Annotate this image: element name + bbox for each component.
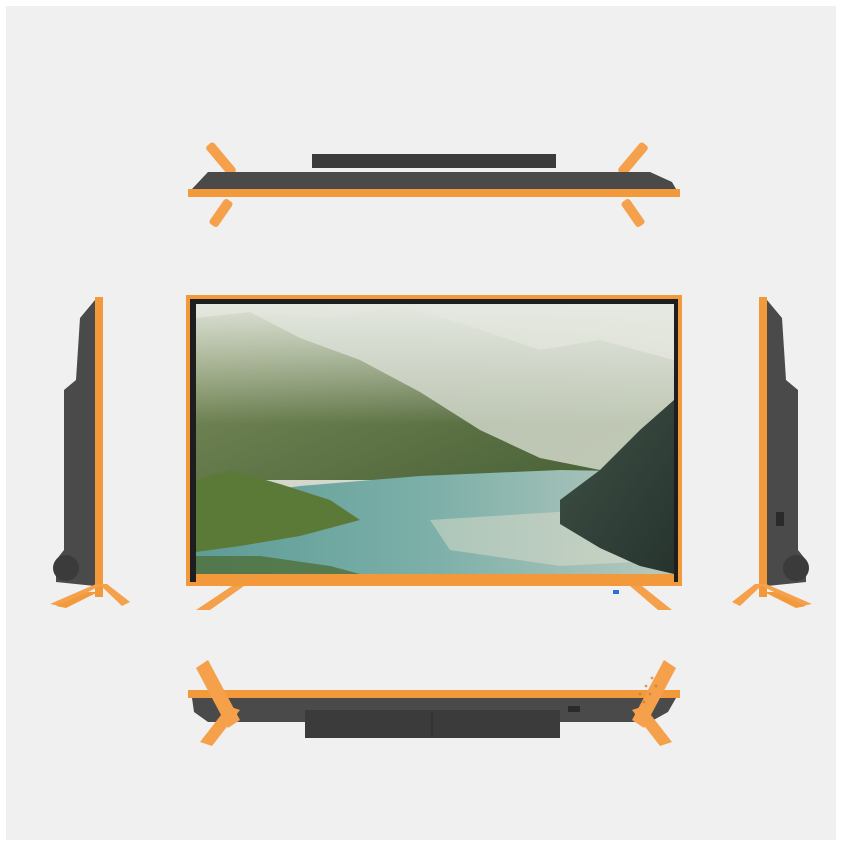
screen-haze	[196, 304, 674, 424]
product-image-canvas	[0, 0, 842, 846]
left-view-frame	[95, 297, 103, 597]
bottom-view-frame-strip	[188, 690, 680, 698]
left-view-speaker	[53, 555, 79, 581]
right-view-port	[776, 512, 784, 526]
top-view-frame-strip	[188, 189, 680, 197]
bottom-view-port	[568, 706, 580, 712]
power-led-indicator	[613, 590, 619, 594]
product-views-illustration	[0, 0, 842, 846]
right-view-frame	[759, 297, 767, 597]
top-view-rear-housing	[312, 154, 556, 168]
tv-screen	[196, 304, 674, 574]
top-view-body	[192, 172, 676, 189]
front-view	[186, 295, 682, 610]
front-view-chin	[196, 574, 674, 582]
right-view-speaker	[783, 555, 809, 581]
